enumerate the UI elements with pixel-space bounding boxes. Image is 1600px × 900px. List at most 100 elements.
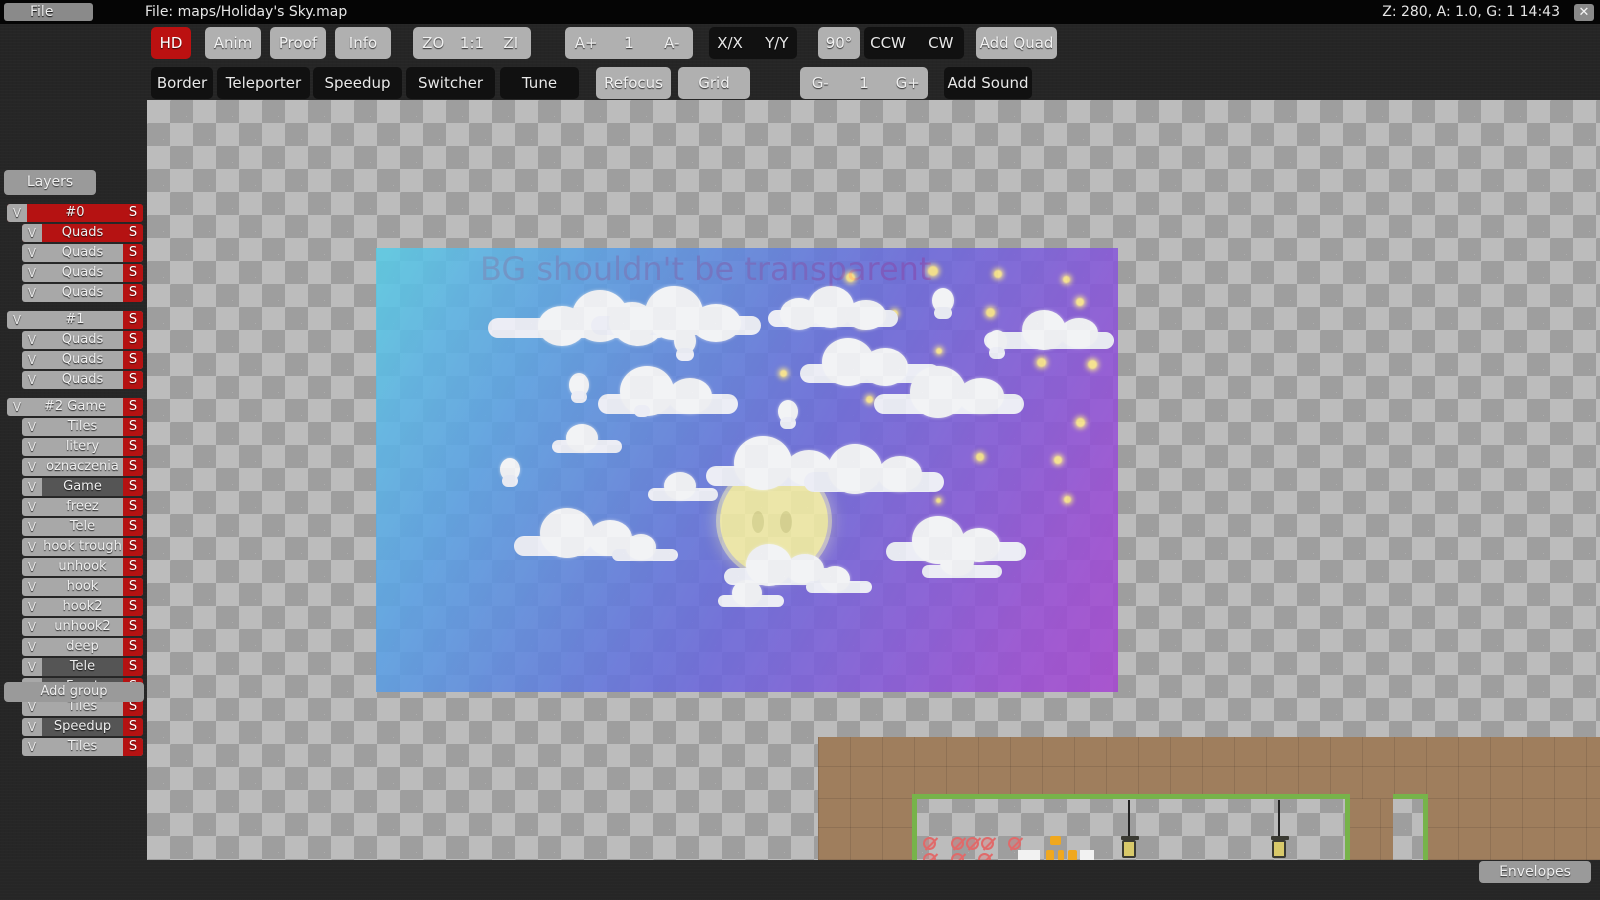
solo-toggle[interactable]: S [123,658,143,676]
visibility-toggle[interactable]: V [22,498,42,516]
layer-row-quads[interactable]: V Quads S [22,224,143,242]
solo-toggle[interactable]: S [123,738,143,756]
zoom-reset-button[interactable]: 1:1 [454,27,490,59]
solo-toggle[interactable]: S [123,518,143,536]
visibility-toggle[interactable]: V [22,224,42,242]
solo-toggle[interactable]: S [123,458,143,476]
add-group-button[interactable]: Add group [4,682,144,702]
layer-row-game[interactable]: V Game S [22,478,143,496]
solo-toggle[interactable]: S [123,351,143,369]
layer-row-deep[interactable]: Vdeep S [22,638,143,656]
rotate-cw-button[interactable]: CW [917,27,965,59]
layer-row-hook-trough[interactable]: Vhook trough S [22,538,143,556]
solo-toggle[interactable]: S [123,204,143,222]
layer-row-tele[interactable]: V Tele S [22,658,143,676]
solo-toggle[interactable]: S [123,224,143,242]
rotate-ccw-button[interactable]: CCW [864,27,912,59]
visibility-toggle[interactable]: V [22,638,42,656]
visibility-toggle[interactable]: V [7,398,27,416]
layer-row-1[interactable]: V #1 S [7,311,143,329]
visibility-toggle[interactable]: V [22,538,42,556]
solo-toggle[interactable]: S [123,558,143,576]
map-canvas[interactable]: BG shouldn't be transparent [147,100,1600,860]
toolbar-button-tune[interactable]: Tune [500,67,579,99]
visibility-toggle[interactable]: V [22,418,42,436]
solo-toggle[interactable]: S [123,264,143,282]
zoom-in-button[interactable]: ZI [495,27,527,59]
flip-y-button[interactable]: Y/Y [756,27,798,59]
toolbar-button-grid[interactable]: Grid [678,67,750,99]
toolbar-button-proof[interactable]: Proof [270,27,326,59]
toolbar-button-hd[interactable]: HD [151,27,191,59]
solo-toggle[interactable]: S [123,498,143,516]
solo-toggle[interactable]: S [123,578,143,596]
anim-speed-decrease-button[interactable]: A- [654,27,690,59]
solo-toggle[interactable]: S [123,538,143,556]
grid-decrease-button[interactable]: G- [801,67,839,99]
layer-row-quads[interactable]: V Quads S [22,284,143,302]
tile-layer[interactable] [818,728,1600,860]
layer-row-tiles[interactable]: V Tiles S [22,418,143,436]
toolbar-button-speedup[interactable]: Speedup [313,67,402,99]
toolbar-button-teleporter[interactable]: Teleporter [217,67,310,99]
layer-row-freez[interactable]: Vfreez S [22,498,143,516]
visibility-toggle[interactable]: V [22,371,42,389]
visibility-toggle[interactable]: V [22,658,42,676]
visibility-toggle[interactable]: V [22,351,42,369]
add-quad-button[interactable]: Add Quad [976,27,1057,59]
layer-row-quads[interactable]: V Quads S [22,351,143,369]
visibility-toggle[interactable]: V [22,518,42,536]
layer-row-quads[interactable]: V Quads S [22,371,143,389]
layers-tab-button[interactable]: Layers [4,170,96,195]
visibility-toggle[interactable]: V [22,578,42,596]
layer-row-quads[interactable]: V Quads S [22,331,143,349]
solo-toggle[interactable]: S [123,718,143,736]
add-sound-button[interactable]: Add Sound [944,67,1032,99]
layer-row-litery[interactable]: Vlitery S [22,438,143,456]
file-menu-button[interactable]: File [4,3,93,21]
solo-toggle[interactable]: S [123,418,143,436]
zoom-out-button[interactable]: ZO [417,27,449,59]
solo-toggle[interactable]: S [123,638,143,656]
toolbar-button-anim[interactable]: Anim [205,27,261,59]
layer-row-hook[interactable]: Vhook S [22,578,143,596]
rotation-angle-value[interactable]: 90° [818,27,860,59]
visibility-toggle[interactable]: V [22,458,42,476]
layer-row-quads[interactable]: V Quads S [22,244,143,262]
visibility-toggle[interactable]: V [22,331,42,349]
envelopes-button[interactable]: Envelopes [1479,861,1591,883]
visibility-toggle[interactable]: V [22,438,42,456]
solo-toggle[interactable]: S [123,371,143,389]
layer-row-hook2[interactable]: Vhook2 S [22,598,143,616]
solo-toggle[interactable]: S [123,438,143,456]
visibility-toggle[interactable]: V [7,204,27,222]
solo-toggle[interactable]: S [123,331,143,349]
layer-row-2-game[interactable]: V #2 Game S [7,398,143,416]
solo-toggle[interactable]: S [123,284,143,302]
layer-row-unhook2[interactable]: Vunhook2 S [22,618,143,636]
visibility-toggle[interactable]: V [22,558,42,576]
toolbar-button-refocus[interactable]: Refocus [596,67,671,99]
solo-toggle[interactable]: S [123,244,143,262]
layer-row-unhook[interactable]: Vunhook S [22,558,143,576]
layer-row-quads[interactable]: V Quads S [22,264,143,282]
anim-speed-increase-button[interactable]: A+ [568,27,604,59]
toolbar-button-border[interactable]: Border [151,67,213,99]
grid-increase-button[interactable]: G+ [889,67,927,99]
visibility-toggle[interactable]: V [22,598,42,616]
flip-x-button[interactable]: X/X [709,27,751,59]
visibility-toggle[interactable]: V [7,311,27,329]
layer-row-0[interactable]: V #0 S [7,204,143,222]
solo-toggle[interactable]: S [123,618,143,636]
visibility-toggle[interactable]: V [22,738,42,756]
layer-row-oznaczenia[interactable]: Voznaczenia S [22,458,143,476]
visibility-toggle[interactable]: V [22,718,42,736]
layer-row-tiles[interactable]: V Tiles S [22,738,143,756]
solo-toggle[interactable]: S [123,478,143,496]
layer-row-tele[interactable]: V Tele S [22,518,143,536]
solo-toggle[interactable]: S [123,398,143,416]
visibility-toggle[interactable]: V [22,244,42,262]
solo-toggle[interactable]: S [123,311,143,329]
visibility-toggle[interactable]: V [22,264,42,282]
close-icon[interactable]: ✕ [1574,4,1594,21]
